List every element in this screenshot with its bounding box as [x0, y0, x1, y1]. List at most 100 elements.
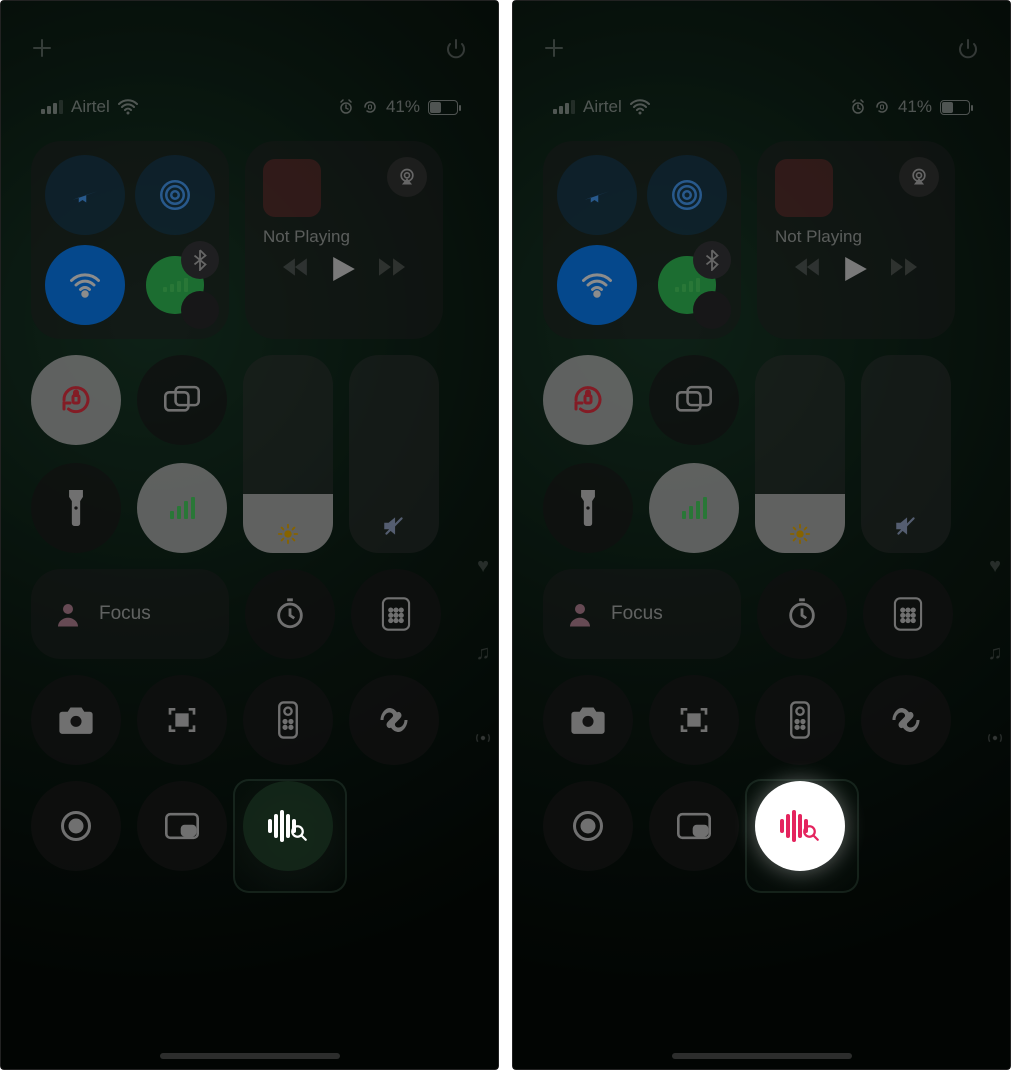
- orientation-lock-icon: [874, 99, 890, 115]
- power-icon[interactable]: [956, 37, 980, 61]
- wifi-button[interactable]: [45, 245, 125, 325]
- signal-bars-icon: [170, 497, 195, 519]
- airplane-mode-button[interactable]: [557, 155, 637, 235]
- focus-label: Focus: [611, 603, 663, 625]
- signal-bars-icon: [675, 278, 700, 292]
- screen-mirroring-button[interactable]: [649, 355, 739, 445]
- home-indicator[interactable]: [160, 1053, 340, 1059]
- music-recognition-button[interactable]: [243, 781, 333, 871]
- wifi-button[interactable]: [557, 245, 637, 325]
- airdrop-button[interactable]: [135, 155, 215, 235]
- camera-button[interactable]: [31, 675, 121, 765]
- brightness-icon: [789, 523, 811, 545]
- add-control-icon[interactable]: [31, 37, 53, 61]
- brightness-slider[interactable]: [755, 355, 845, 553]
- screen-record-button[interactable]: [31, 781, 121, 871]
- play-icon[interactable]: [333, 257, 355, 281]
- volume-mute-icon: [893, 513, 919, 539]
- brightness-slider[interactable]: [243, 355, 333, 553]
- control-center-grid: Not Playing Focus: [513, 135, 1010, 893]
- focus-label: Focus: [99, 603, 151, 625]
- now-playing-module[interactable]: Not Playing: [245, 141, 443, 339]
- edit-bar: [1, 1, 498, 71]
- control-center-left: Airtel 41%: [0, 0, 499, 1070]
- connectivity-module[interactable]: [543, 141, 741, 339]
- connectivity-module[interactable]: [31, 141, 229, 339]
- cellular-data-button[interactable]: [135, 245, 215, 325]
- favorite-heart-icon: ♥: [989, 555, 1001, 578]
- brightness-icon: [277, 523, 299, 545]
- music-note-icon: ♫: [988, 642, 1003, 665]
- orientation-lock-button[interactable]: [543, 355, 633, 445]
- album-art-placeholder: [263, 159, 321, 217]
- personal-hotspot-button[interactable]: [693, 291, 731, 329]
- camera-button[interactable]: [543, 675, 633, 765]
- orientation-lock-icon: [362, 99, 378, 115]
- qr-scanner-button[interactable]: [137, 675, 227, 765]
- cellular-signal-icon: [41, 100, 63, 114]
- calculator-button[interactable]: [351, 569, 441, 659]
- rewind-icon[interactable]: [283, 257, 309, 281]
- volume-slider[interactable]: [861, 355, 951, 553]
- shazam-button[interactable]: [349, 675, 439, 765]
- cellular-signal-icon: [553, 100, 575, 114]
- airplay-icon[interactable]: [899, 157, 939, 197]
- now-playing-title: Not Playing: [263, 227, 425, 247]
- battery-pct-label: 41%: [386, 97, 420, 117]
- airdrop-button[interactable]: [647, 155, 727, 235]
- music-recognition-button[interactable]: [755, 781, 845, 871]
- remote-button[interactable]: [243, 675, 333, 765]
- battery-icon: [428, 100, 458, 115]
- cellular-data-toggle[interactable]: [649, 463, 739, 553]
- now-playing-title: Not Playing: [775, 227, 937, 247]
- control-center-right: Airtel 41%: [512, 0, 1011, 1070]
- forward-icon[interactable]: [379, 257, 405, 281]
- picture-in-picture-button[interactable]: [649, 781, 739, 871]
- broadcast-icon: [986, 729, 1004, 747]
- home-indicator[interactable]: [672, 1053, 852, 1059]
- focus-button[interactable]: Focus: [543, 569, 741, 659]
- shazam-button[interactable]: [861, 675, 951, 765]
- timer-button[interactable]: [245, 569, 335, 659]
- play-icon[interactable]: [845, 257, 867, 281]
- bluetooth-button[interactable]: [693, 241, 731, 279]
- power-icon[interactable]: [444, 37, 468, 61]
- status-bar: Airtel 41%: [1, 71, 498, 135]
- picture-in-picture-button[interactable]: [137, 781, 227, 871]
- volume-slider[interactable]: [349, 355, 439, 553]
- flashlight-button[interactable]: [31, 463, 121, 553]
- orientation-lock-button[interactable]: [31, 355, 121, 445]
- screen-record-button[interactable]: [543, 781, 633, 871]
- battery-icon: [940, 100, 970, 115]
- broadcast-icon: [474, 729, 492, 747]
- status-bar: Airtel 41%: [513, 71, 1010, 135]
- personal-hotspot-button[interactable]: [181, 291, 219, 329]
- signal-bars-icon: [682, 497, 707, 519]
- now-playing-module[interactable]: Not Playing: [757, 141, 955, 339]
- carrier-label: Airtel: [71, 97, 110, 117]
- airplane-mode-button[interactable]: [45, 155, 125, 235]
- album-art-placeholder: [775, 159, 833, 217]
- cellular-data-toggle[interactable]: [137, 463, 227, 553]
- airplay-icon[interactable]: [387, 157, 427, 197]
- favorite-heart-icon: ♥: [477, 555, 489, 578]
- cellular-data-button[interactable]: [647, 245, 727, 325]
- remote-button[interactable]: [755, 675, 845, 765]
- signal-bars-icon: [163, 278, 188, 292]
- calculator-button[interactable]: [863, 569, 953, 659]
- flashlight-button[interactable]: [543, 463, 633, 553]
- add-control-icon[interactable]: [543, 37, 565, 61]
- qr-scanner-button[interactable]: [649, 675, 739, 765]
- alarm-icon: [338, 99, 354, 115]
- focus-button[interactable]: Focus: [31, 569, 229, 659]
- screen-mirroring-button[interactable]: [137, 355, 227, 445]
- rewind-icon[interactable]: [795, 257, 821, 281]
- volume-mute-icon: [381, 513, 407, 539]
- wifi-icon: [630, 99, 650, 115]
- alarm-icon: [850, 99, 866, 115]
- timer-button[interactable]: [757, 569, 847, 659]
- music-note-icon: ♫: [476, 642, 491, 665]
- forward-icon[interactable]: [891, 257, 917, 281]
- edit-bar: [513, 1, 1010, 71]
- bluetooth-button[interactable]: [181, 241, 219, 279]
